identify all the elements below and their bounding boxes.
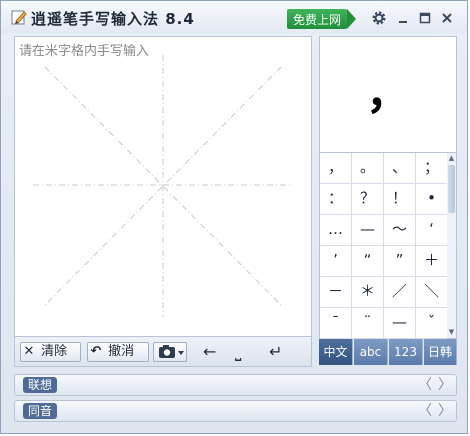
maximize-icon[interactable] xyxy=(417,10,433,26)
tab-chinese[interactable]: 中文 xyxy=(319,339,353,365)
undo-button[interactable]: ↶ 撤消 xyxy=(87,342,149,362)
chevron-right-icon[interactable]: 〉 xyxy=(438,402,452,420)
candidate-cell[interactable]: － xyxy=(320,277,352,308)
chevron-right-icon[interactable]: 〉 xyxy=(438,376,452,394)
candidate-cell[interactable]: ＼ xyxy=(416,277,448,308)
candidate-cell[interactable]: ’ xyxy=(320,246,352,277)
association-bar: 联想 〈 〉 xyxy=(14,374,457,396)
candidate-cell[interactable]: … xyxy=(320,215,352,246)
candidate-cell[interactable]: ＊ xyxy=(352,277,384,308)
clear-button[interactable]: ✕ 清除 xyxy=(20,342,81,362)
candidate-cell[interactable]: ？ xyxy=(352,184,384,215)
handwriting-ime-window: 逍遥笔手写输入法 8.4 免费上网 请在米字格内手写输入 ✕ 清除 ↶ 撤消 ←… xyxy=(0,0,468,434)
candidate-scrollbar[interactable]: ▲ ▼ xyxy=(447,153,457,339)
gear-icon[interactable] xyxy=(371,10,387,26)
undo-icon: ↶ xyxy=(90,344,102,359)
tab-japanese-korean[interactable]: 日韩 xyxy=(424,339,457,365)
window-title: 逍遥笔手写输入法 8.4 xyxy=(31,10,195,28)
candidate-cell[interactable]: ～ xyxy=(384,215,416,246)
title-bar[interactable]: 逍遥笔手写输入法 8.4 免费上网 xyxy=(1,1,467,33)
rice-grid-guide xyxy=(33,55,293,317)
free-internet-label: 免费上网 xyxy=(293,13,342,27)
enter-icon[interactable]: ↵ xyxy=(269,342,282,362)
association-label: 联想 xyxy=(23,377,58,393)
chevron-left-icon[interactable]: 〈 xyxy=(418,376,432,394)
candidate-cell[interactable]: ＋ xyxy=(416,246,448,277)
scroll-up-icon[interactable]: ▲ xyxy=(447,154,456,163)
candidate-cell[interactable]: ： xyxy=(320,184,352,215)
undo-label: 撤消 xyxy=(108,344,135,359)
camera-icon xyxy=(159,345,184,358)
candidate-cell[interactable]: ； xyxy=(416,153,448,184)
scroll-thumb[interactable] xyxy=(448,165,455,213)
candidate-cell[interactable]: 。 xyxy=(352,153,384,184)
candidate-cell[interactable]: “ xyxy=(352,246,384,277)
tab-abc[interactable]: abc xyxy=(354,339,388,365)
scroll-down-icon[interactable]: ▼ xyxy=(447,328,456,337)
canvas-toolbar: ✕ 清除 ↶ 撤消 ← ⎵ ↵ xyxy=(14,337,312,367)
clear-label: 清除 xyxy=(41,344,68,359)
chevron-left-icon[interactable]: 〈 xyxy=(418,402,432,420)
candidate-cell[interactable]: ˉ xyxy=(320,308,352,339)
candidate-cell[interactable]: • xyxy=(416,184,448,215)
candidate-cell[interactable]: ／ xyxy=(384,277,416,308)
candidate-cell[interactable]: ˇ xyxy=(416,308,448,339)
minimize-icon[interactable] xyxy=(395,10,411,26)
candidate-grid: ， 。 、 ； ： ？ ！ • … — ～ ‘ ’ “ ” ＋ － ＊ ／ ＼ … xyxy=(319,153,448,339)
screenshot-button[interactable] xyxy=(153,342,187,362)
candidate-cell[interactable]: ” xyxy=(384,246,416,277)
candidate-cell[interactable]: ， xyxy=(320,153,352,184)
candidate-cell[interactable]: ¨ xyxy=(352,308,384,339)
candidate-cell[interactable]: ！ xyxy=(384,184,416,215)
homophone-bar: 同音 〈 〉 xyxy=(14,400,457,422)
candidate-cell[interactable]: 、 xyxy=(384,153,416,184)
input-mode-tabs: 中文 abc 123 日韩 xyxy=(319,339,457,365)
handwriting-canvas[interactable]: 请在米字格内手写输入 xyxy=(14,36,312,337)
close-icon[interactable] xyxy=(439,10,455,26)
candidate-cell[interactable]: — xyxy=(352,215,384,246)
preview-character: ， xyxy=(366,68,410,119)
arrow-icon xyxy=(347,9,356,29)
canvas-hint: 请在米字格内手写输入 xyxy=(19,44,150,59)
backspace-icon[interactable]: ← xyxy=(203,342,216,362)
pencil-icon xyxy=(11,10,27,25)
x-icon: ✕ xyxy=(23,344,35,359)
space-icon[interactable]: ⎵ xyxy=(235,342,241,362)
candidate-cell[interactable]: — xyxy=(384,308,416,339)
recognition-preview: ， xyxy=(319,36,457,153)
tab-numbers[interactable]: 123 xyxy=(389,339,423,365)
candidate-cell[interactable]: ‘ xyxy=(416,215,448,246)
homophone-label: 同音 xyxy=(23,403,58,419)
free-internet-button[interactable]: 免费上网 xyxy=(287,9,356,29)
